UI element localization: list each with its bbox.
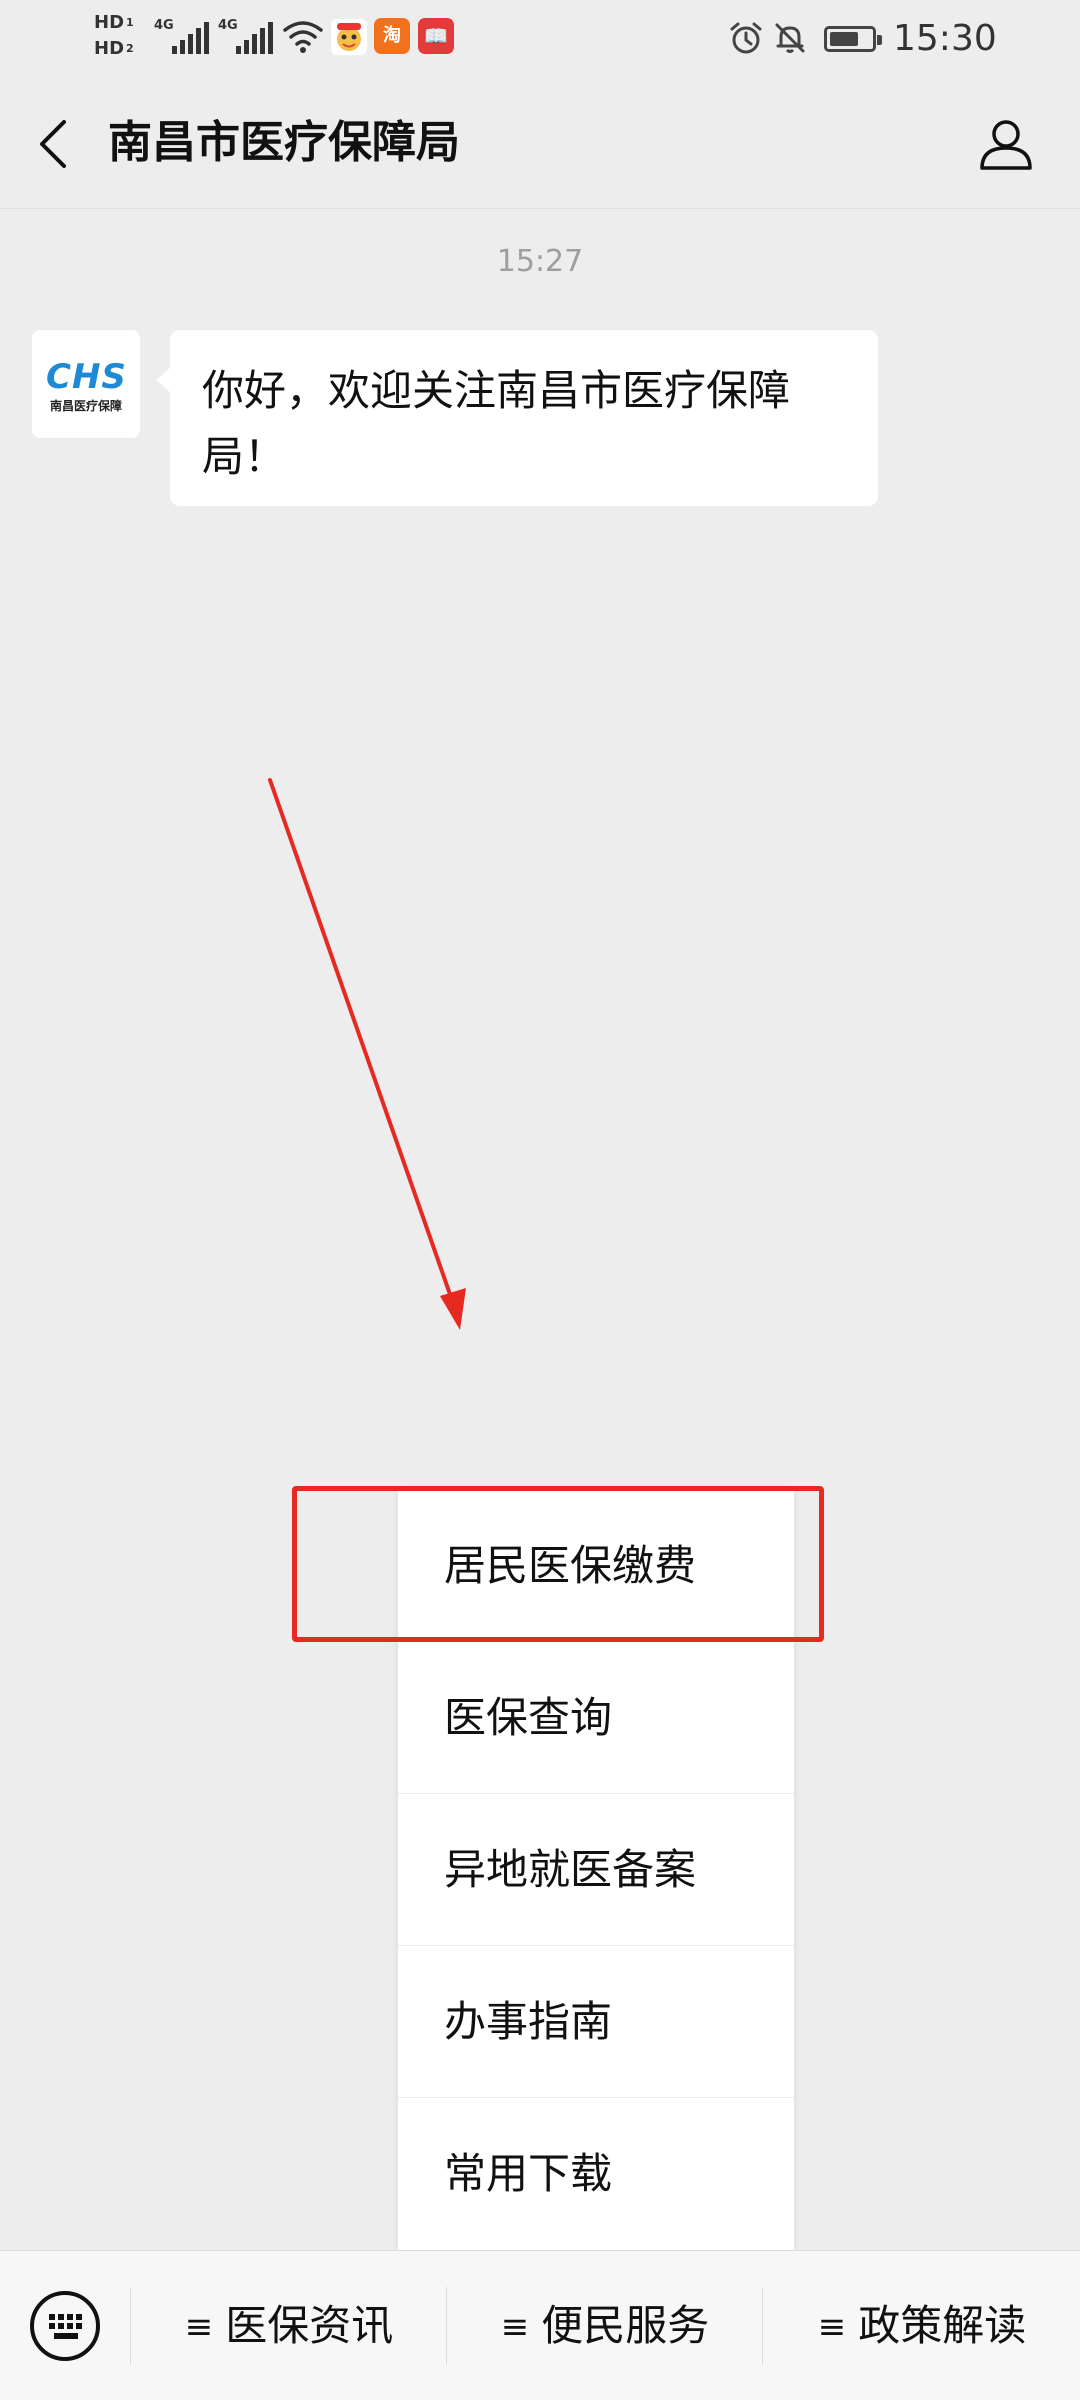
- menu-item-resident-payment[interactable]: 居民医保缴费: [398, 1490, 794, 1642]
- network-label-1: 4G: [154, 18, 174, 33]
- tab-insurance-news[interactable]: ≡ 医保资讯: [132, 2251, 446, 2400]
- tab-label: 便民服务: [541, 2301, 710, 2350]
- alarm-icon: [730, 22, 762, 54]
- battery-fill: [830, 32, 858, 46]
- avatar-org-text: 南昌医疗保障: [49, 399, 122, 413]
- hd-sub-2: 2: [126, 42, 134, 55]
- reader-app-icon: 📖: [418, 18, 454, 54]
- tab-divider: [762, 2287, 763, 2365]
- profile-icon[interactable]: [976, 114, 1036, 174]
- keyboard-icon[interactable]: [28, 2289, 102, 2363]
- nav-bar: 南昌市医疗保障局: [0, 78, 1080, 209]
- bottom-menu-bar: ≡ 医保资讯 ≡ 便民服务 ≡ 政策解读: [0, 2250, 1080, 2400]
- menu-item-insurance-query[interactable]: 医保查询: [398, 1642, 794, 1794]
- wifi-icon: [283, 21, 323, 53]
- taobao-app-icon: 淘: [374, 18, 410, 54]
- menu-lines-icon: ≡: [184, 2307, 214, 2347]
- network-label-2: 4G: [218, 18, 238, 33]
- submenu-popup: 居民医保缴费 医保查询 异地就医备案 办事指南 常用下载: [398, 1490, 794, 2250]
- tab-policy-interpretation[interactable]: ≡ 政策解读: [764, 2251, 1080, 2400]
- hd-label-2: HD: [94, 38, 125, 59]
- menu-lines-icon: ≡: [817, 2307, 847, 2347]
- tab-convenience-services[interactable]: ≡ 便民服务: [448, 2251, 762, 2400]
- status-time: 15:30: [893, 18, 997, 59]
- tab-label: 政策解读: [858, 2301, 1027, 2350]
- message-timestamp: 15:27: [496, 244, 584, 279]
- chs-logo: CHS: [46, 357, 127, 397]
- menu-lines-icon: ≡: [500, 2307, 530, 2347]
- tab-divider: [446, 2287, 447, 2365]
- message-bubble[interactable]: 你好，欢迎关注南昌市医疗保障局！: [170, 330, 878, 506]
- back-arrow-icon[interactable]: [30, 114, 80, 174]
- mute-bell-icon: [775, 23, 805, 53]
- signal-icon-2: 4G: [218, 18, 274, 54]
- mascot-app-icon: [330, 18, 368, 56]
- hd-sub-1: 1: [126, 16, 134, 29]
- hd-label-1: HD: [94, 12, 125, 33]
- screen: HD 1 HD 2 4G 4G 淘 📖 15:30 南昌市医疗保障局 15:27…: [0, 0, 1080, 2400]
- status-bar: HD 1 HD 2 4G 4G 淘 📖 15:30: [0, 0, 1080, 78]
- menu-item-service-guide[interactable]: 办事指南: [398, 1946, 794, 2098]
- signal-icon: 4G: [154, 18, 210, 54]
- battery-icon: [824, 26, 882, 52]
- tab-label: 医保资讯: [225, 2301, 394, 2350]
- official-account-avatar[interactable]: CHS 南昌医疗保障: [32, 330, 140, 438]
- page-title: 南昌市医疗保障局: [108, 117, 460, 168]
- menu-item-downloads[interactable]: 常用下载: [398, 2098, 794, 2250]
- menu-item-offsite-registration[interactable]: 异地就医备案: [398, 1794, 794, 1946]
- hd-indicator: HD 1 HD 2: [94, 10, 134, 62]
- tab-divider: [130, 2287, 131, 2365]
